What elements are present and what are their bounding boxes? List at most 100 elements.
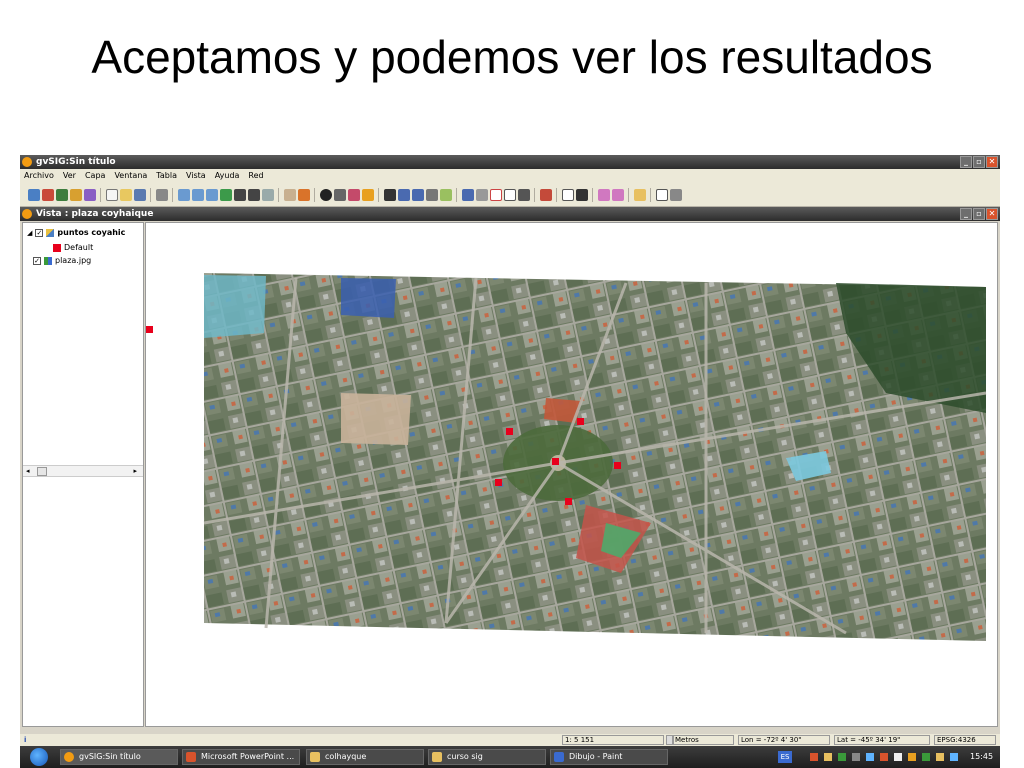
copy-icon[interactable] (598, 189, 610, 201)
view-maximize-button[interactable]: ▫ (973, 208, 985, 220)
select-rectangle-icon[interactable] (398, 189, 410, 201)
toolbar-separator (456, 188, 457, 202)
save-project-icon[interactable] (56, 189, 68, 201)
zoom-select-icon[interactable] (248, 189, 260, 201)
zoom-all-icon[interactable] (220, 189, 232, 201)
tray-icon[interactable] (908, 753, 916, 761)
point-marker[interactable] (506, 428, 513, 435)
zoom-extent-icon[interactable] (234, 189, 246, 201)
language-indicator[interactable]: ES (778, 751, 792, 763)
point-marker[interactable] (565, 498, 572, 505)
menu-archivo[interactable]: Archivo (24, 169, 54, 183)
georeference-icon[interactable] (540, 189, 552, 201)
scroll-left-icon[interactable]: ◂ (26, 466, 30, 476)
filter-icon[interactable] (462, 189, 474, 201)
window-icon[interactable] (656, 189, 668, 201)
start-button[interactable] (30, 748, 48, 766)
scroll-thumb[interactable] (37, 467, 47, 476)
zoom-in-icon[interactable] (178, 189, 190, 201)
tray-icon[interactable] (824, 753, 832, 761)
point-marker[interactable] (552, 458, 559, 465)
taskbar-item-powerpoint[interactable]: Microsoft PowerPoint ... (182, 749, 300, 765)
view-close-button[interactable]: ✕ (986, 208, 998, 220)
taskbar-item-folder[interactable]: curso sig (428, 749, 546, 765)
point-marker[interactable] (614, 462, 621, 469)
add-layer-icon[interactable] (42, 189, 54, 201)
layer-row-puntos[interactable]: ◢ ✓ puntos coyahic (27, 228, 125, 237)
taskbar-item-gvsig[interactable]: gvSIG:Sin título (60, 749, 178, 765)
edit-icon[interactable] (634, 189, 646, 201)
select-arrow-icon[interactable] (384, 189, 396, 201)
close-button[interactable]: ✕ (986, 156, 998, 168)
tray-icon[interactable] (894, 753, 902, 761)
locator-icon[interactable] (298, 189, 310, 201)
minimize-button[interactable]: _ (960, 156, 972, 168)
toc-horizontal-scrollbar[interactable]: ◂ ▸ (23, 465, 143, 477)
tray-icon[interactable] (810, 753, 818, 761)
main-toolbar (20, 183, 1000, 207)
frame-icon[interactable] (504, 189, 516, 201)
tray-icon[interactable] (950, 753, 958, 761)
tray-icon[interactable] (922, 753, 930, 761)
preferences-icon[interactable] (70, 189, 82, 201)
menu-vista[interactable]: Vista (186, 169, 206, 183)
taskbar-item-folder[interactable]: colhayque (306, 749, 424, 765)
view-minimize-button[interactable]: _ (960, 208, 972, 220)
scale-field[interactable]: 1: 5 151 (562, 735, 664, 745)
menu-red[interactable]: Red (248, 169, 263, 183)
tray-icon[interactable] (852, 753, 860, 761)
toolbar-separator (592, 188, 593, 202)
measure-area-icon[interactable] (348, 189, 360, 201)
tray-icon[interactable] (838, 753, 846, 761)
point-marker[interactable] (495, 479, 502, 486)
point-marker[interactable] (577, 418, 584, 425)
menu-ver[interactable]: Ver (63, 169, 76, 183)
layer-row-plaza[interactable]: ✓ plaza.jpg (33, 256, 91, 265)
new-document-icon[interactable] (106, 189, 118, 201)
hyperlink-icon[interactable] (362, 189, 374, 201)
menu-tabla[interactable]: Tabla (156, 169, 177, 183)
save-icon[interactable] (134, 189, 146, 201)
point-marker[interactable] (146, 326, 153, 333)
paint-icon (554, 752, 564, 762)
tray-icon[interactable] (880, 753, 888, 761)
maximize-button[interactable]: ▫ (973, 156, 985, 168)
select-layer-icon[interactable] (426, 189, 438, 201)
layer-visibility-checkbox[interactable]: ✓ (35, 228, 44, 237)
measure-distance-icon[interactable] (334, 189, 346, 201)
invert-selection-icon[interactable] (440, 189, 452, 201)
map-canvas[interactable] (145, 222, 998, 727)
search-icon[interactable] (518, 189, 530, 201)
table-icon[interactable] (476, 189, 488, 201)
layer-visibility-checkbox[interactable]: ✓ (33, 256, 41, 265)
zoom-previous-icon[interactable] (206, 189, 218, 201)
crs-display: EPSG:4326 (934, 735, 996, 745)
pan-hand-icon[interactable] (284, 189, 296, 201)
app-titlebar: gvSIG:Sin título _ ▫ ✕ (20, 155, 1000, 169)
tray-icon[interactable] (936, 753, 944, 761)
exit-icon[interactable] (670, 189, 682, 201)
scroll-right-icon[interactable]: ▸ (133, 466, 137, 476)
layer-name: plaza.jpg (55, 256, 92, 265)
zoom-out-icon[interactable] (192, 189, 204, 201)
info-icon[interactable] (320, 189, 332, 201)
tools-icon[interactable] (576, 189, 588, 201)
taskbar-item-paint[interactable]: Dibujo - Paint (550, 749, 668, 765)
layers-icon[interactable] (156, 189, 168, 201)
clock: 15:45 (970, 752, 994, 761)
menu-ayuda[interactable]: Ayuda (215, 169, 240, 183)
units-field[interactable]: Metros (672, 735, 734, 745)
layer-tool-icon[interactable] (28, 189, 40, 201)
paste-icon[interactable] (612, 189, 624, 201)
menu-capa[interactable]: Capa (85, 169, 105, 183)
blue-roof-building (341, 278, 396, 318)
layout-icon[interactable] (490, 189, 502, 201)
zoom-back-icon[interactable] (262, 189, 274, 201)
tray-icon[interactable] (866, 753, 874, 761)
plugin-icon[interactable] (84, 189, 96, 201)
open-folder-icon[interactable] (120, 189, 132, 201)
menu-ventana[interactable]: Ventana (114, 169, 147, 183)
select-polygon-icon[interactable] (412, 189, 424, 201)
grid-icon[interactable] (562, 189, 574, 201)
expand-arrow-icon[interactable]: ◢ (27, 229, 32, 237)
